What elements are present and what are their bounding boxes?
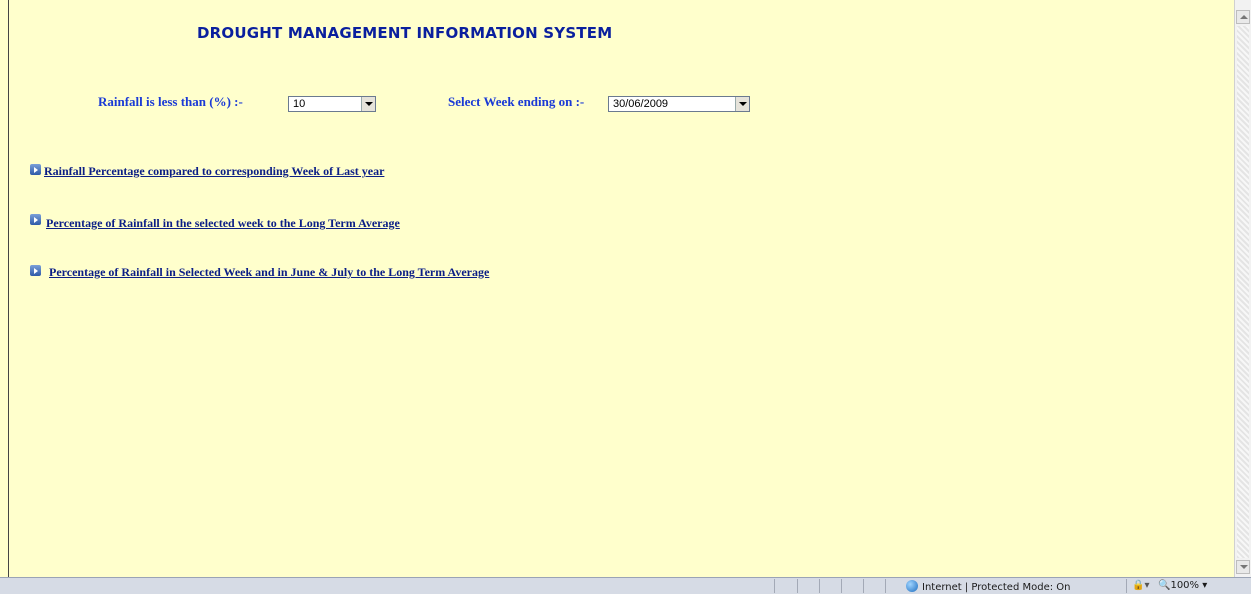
rainfall-threshold-label: Rainfall is less than (%) :- (98, 94, 243, 109)
chevron-down-icon[interactable] (735, 97, 749, 111)
scrollbar-track[interactable] (1237, 26, 1249, 558)
zoom-level: 100% (1170, 580, 1200, 591)
zoom-control[interactable]: 🔍100% ▾ (1158, 580, 1207, 591)
page-title: DROUGHT MANAGEMENT INFORMATION SYSTEM (197, 24, 613, 42)
security-zone[interactable]: Internet | Protected Mode: On (906, 580, 1070, 593)
browser-status-bar: Internet | Protected Mode: On 🔒▾ 🔍100% ▾ (0, 577, 1251, 594)
week-ending-label: Select Week ending on :- (448, 94, 585, 109)
vertical-scrollbar[interactable] (1234, 0, 1251, 577)
arrow-bullet-icon (30, 214, 41, 225)
page-canvas: DROUGHT MANAGEMENT INFORMATION SYSTEM Ra… (0, 0, 1235, 577)
scroll-down-arrow-icon[interactable] (1236, 560, 1250, 574)
link-rainfall-june-july-vs-long-term-average[interactable]: Percentage of Rainfall in Selected Week … (49, 265, 489, 280)
arrow-bullet-icon (30, 265, 41, 276)
rainfall-threshold-value: 10 (293, 98, 306, 110)
status-divider (774, 579, 775, 593)
status-divider (841, 579, 842, 593)
lock-icon[interactable]: 🔒▾ (1132, 580, 1149, 591)
status-divider (863, 579, 864, 593)
scroll-up-arrow-icon[interactable] (1236, 10, 1250, 24)
link-rainfall-vs-last-year[interactable]: Rainfall Percentage compared to correspo… (44, 164, 384, 179)
status-divider (885, 579, 886, 593)
arrow-bullet-icon (30, 164, 41, 175)
status-divider (819, 579, 820, 593)
week-ending-value: 30/06/2009 (613, 98, 669, 110)
globe-icon (906, 580, 918, 592)
rainfall-threshold-select[interactable]: 10 (288, 96, 376, 112)
zone-text: Internet | Protected Mode: On (922, 582, 1071, 593)
chevron-down-icon[interactable] (361, 97, 375, 111)
status-divider (1126, 579, 1127, 593)
status-divider (797, 579, 798, 593)
week-ending-select[interactable]: 30/06/2009 (608, 96, 750, 112)
link-rainfall-vs-long-term-average[interactable]: Percentage of Rainfall in the selected w… (46, 216, 400, 231)
left-frame-border (0, 0, 9, 577)
